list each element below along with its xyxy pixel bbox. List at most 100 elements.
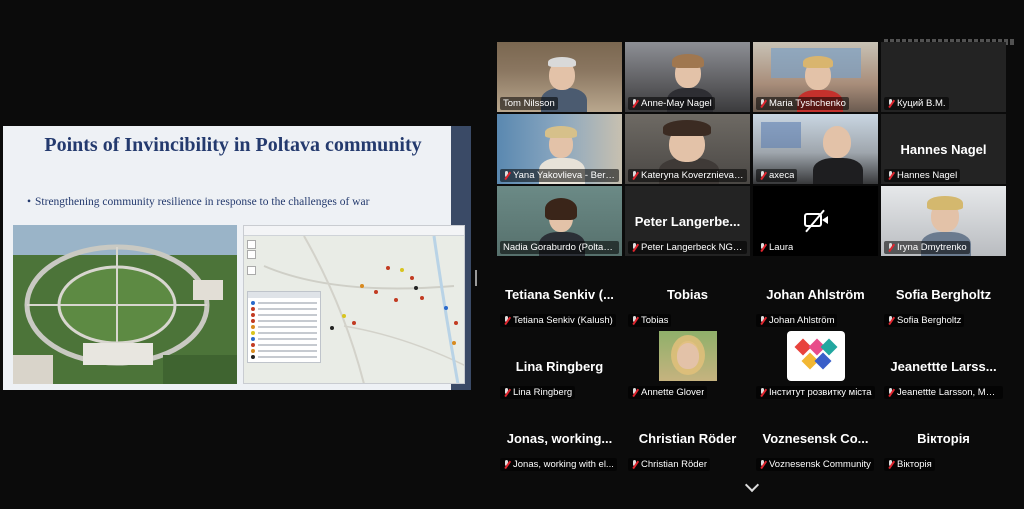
participant-name: Annette Glover bbox=[641, 387, 705, 398]
map-marker bbox=[330, 326, 334, 330]
participant-tile[interactable]: Hannes Nagel Hannes Nagel bbox=[881, 114, 1006, 184]
aerial-photo-graphic bbox=[13, 225, 237, 384]
microphone-muted-icon bbox=[503, 171, 510, 180]
map-marker bbox=[444, 306, 448, 310]
participant-tile[interactable]: Jeanettte Larss... Jeanettte Larsson, Ma… bbox=[881, 331, 1006, 401]
microphone-muted-icon bbox=[887, 243, 894, 252]
participant-label: Anne-May Nagel bbox=[628, 97, 715, 110]
participant-tile[interactable]: Laura bbox=[753, 186, 878, 256]
participant-tile[interactable]: axeca bbox=[753, 114, 878, 184]
participant-tile[interactable]: Куций В.М. bbox=[881, 42, 1006, 112]
participant-tile[interactable]: Tom Nilsson bbox=[497, 42, 622, 112]
participant-label: Christian Röder bbox=[628, 458, 710, 471]
map-marker bbox=[394, 298, 398, 302]
participant-label: Sofia Bergholtz bbox=[884, 314, 965, 327]
participant-label: Iryna Dmytrenko bbox=[884, 241, 970, 254]
participant-name: Sofia Bergholtz bbox=[897, 315, 962, 326]
aerial-city-photo bbox=[13, 225, 237, 384]
participant-label: Peter Langerbeck NGO... bbox=[628, 241, 747, 254]
participant-tile[interactable]: Lina Ringberg Lina Ringberg bbox=[497, 331, 622, 401]
participant-name: Куций В.М. bbox=[897, 98, 946, 109]
microphone-muted-icon bbox=[631, 171, 638, 180]
participant-label: Jeanettte Larsson, Mal... bbox=[884, 386, 1003, 399]
participant-tile[interactable]: Kateryna Koverznieva ... bbox=[625, 114, 750, 184]
map-marker bbox=[342, 314, 346, 318]
participant-name: Jeanettte Larsson, Mal... bbox=[897, 387, 1000, 398]
participant-label: Nadia Goraburdo (Poltava) bbox=[500, 241, 619, 254]
participant-big-name: Hannes Nagel bbox=[900, 142, 987, 157]
microphone-muted-icon bbox=[759, 316, 766, 325]
participant-big-name: Christian Röder bbox=[638, 431, 737, 446]
participant-tile[interactable]: Інститут розвитку міста bbox=[753, 331, 878, 401]
map-marker bbox=[374, 290, 378, 294]
chevron-down-icon[interactable] bbox=[744, 480, 760, 492]
microphone-muted-icon bbox=[887, 460, 894, 469]
participant-tile[interactable]: Maria Tyshchenko bbox=[753, 42, 878, 112]
participant-tile[interactable]: Yana Yakovlieva - Bery... bbox=[497, 114, 622, 184]
camera-off-icon bbox=[802, 208, 830, 233]
map-marker bbox=[410, 276, 414, 280]
participant-label: Voznesensk Community bbox=[756, 458, 874, 471]
participant-name: Peter Langerbeck NGO... bbox=[641, 242, 744, 253]
map-screenshot bbox=[243, 225, 465, 384]
participant-tile-active-speaker[interactable]: Nadia Goraburdo (Poltava) bbox=[497, 186, 622, 256]
microphone-muted-icon bbox=[631, 460, 638, 469]
participant-avatar bbox=[659, 331, 717, 381]
map-marker bbox=[454, 321, 458, 325]
participant-name: Tetiana Senkiv (Kalush) bbox=[513, 315, 613, 326]
participant-tile[interactable]: Johan Ahlström Johan Ahlström bbox=[753, 259, 878, 329]
participant-name: Інститут розвитку міста bbox=[769, 387, 872, 398]
participant-tile[interactable]: Peter Langerbe... Peter Langerbeck NGO..… bbox=[625, 186, 750, 256]
splitter-handle[interactable] bbox=[475, 270, 477, 286]
microphone-muted-icon bbox=[503, 460, 510, 469]
participant-name: Maria Tyshchenko bbox=[769, 98, 846, 109]
participant-big-name: Sofia Bergholtz bbox=[895, 287, 992, 302]
microphone-muted-icon bbox=[503, 388, 510, 397]
participant-label: Kateryna Koverznieva ... bbox=[628, 169, 747, 182]
participant-big-name: Jeanettte Larss... bbox=[890, 359, 997, 374]
microphone-muted-icon bbox=[887, 171, 894, 180]
microphone-muted-icon bbox=[631, 316, 638, 325]
participant-big-name: Tetiana Senkiv (... bbox=[505, 287, 614, 302]
slide-title: Points of Invincibility in Poltava commu… bbox=[44, 134, 422, 156]
organization-logo bbox=[787, 331, 845, 381]
participant-name: Yana Yakovlieva - Bery... bbox=[513, 170, 616, 181]
participant-label: Tom Nilsson bbox=[500, 97, 558, 110]
participant-name: Christian Röder bbox=[641, 459, 707, 470]
microphone-muted-icon bbox=[759, 171, 766, 180]
participant-tile[interactable]: Anne-May Nagel bbox=[625, 42, 750, 112]
participant-label: Hannes Nagel bbox=[884, 169, 961, 182]
microphone-muted-icon bbox=[503, 316, 510, 325]
microphone-muted-icon bbox=[759, 460, 766, 469]
participant-name: Kateryna Koverznieva ... bbox=[641, 170, 744, 181]
participant-name: Tom Nilsson bbox=[503, 98, 555, 109]
map-marker bbox=[420, 296, 424, 300]
participant-tile[interactable]: Sofia Bergholtz Sofia Bergholtz bbox=[881, 259, 1006, 329]
microphone-muted-icon bbox=[887, 316, 894, 325]
participant-tile[interactable]: Iryna Dmytrenko bbox=[881, 186, 1006, 256]
participant-tile[interactable]: Annette Glover bbox=[625, 331, 750, 401]
participant-tile[interactable]: Tobias Tobias bbox=[625, 259, 750, 329]
participant-tile[interactable]: Christian Röder Christian Röder bbox=[625, 403, 750, 473]
participant-name: Вікторія bbox=[897, 459, 932, 470]
map-marker bbox=[360, 284, 364, 288]
participant-name: Iryna Dmytrenko bbox=[897, 242, 967, 253]
participant-name: Lina Ringberg bbox=[513, 387, 573, 398]
map-marker bbox=[352, 321, 356, 325]
participant-label: Jonas, working with el... bbox=[500, 458, 617, 471]
map-marker bbox=[400, 268, 404, 272]
microphone-muted-icon bbox=[631, 243, 638, 252]
participant-tile[interactable]: Tetiana Senkiv (... Tetiana Senkiv (Kalu… bbox=[497, 259, 622, 329]
participant-big-name: Tobias bbox=[667, 287, 708, 302]
participant-label: Annette Glover bbox=[628, 386, 708, 399]
map-marker bbox=[386, 266, 390, 270]
participant-label: Lina Ringberg bbox=[500, 386, 576, 399]
participant-tile[interactable]: Voznesensk Co... Voznesensk Community bbox=[753, 403, 878, 473]
participant-name: Hannes Nagel bbox=[897, 170, 958, 181]
participant-tile[interactable]: Jonas, working... Jonas, working with el… bbox=[497, 403, 622, 473]
participant-label: Maria Tyshchenko bbox=[756, 97, 849, 110]
participant-tile[interactable]: Вікторія Вікторія bbox=[881, 403, 1006, 473]
microphone-muted-icon bbox=[887, 99, 894, 108]
microphone-muted-icon bbox=[887, 388, 894, 397]
participant-label: axeca bbox=[756, 169, 798, 182]
